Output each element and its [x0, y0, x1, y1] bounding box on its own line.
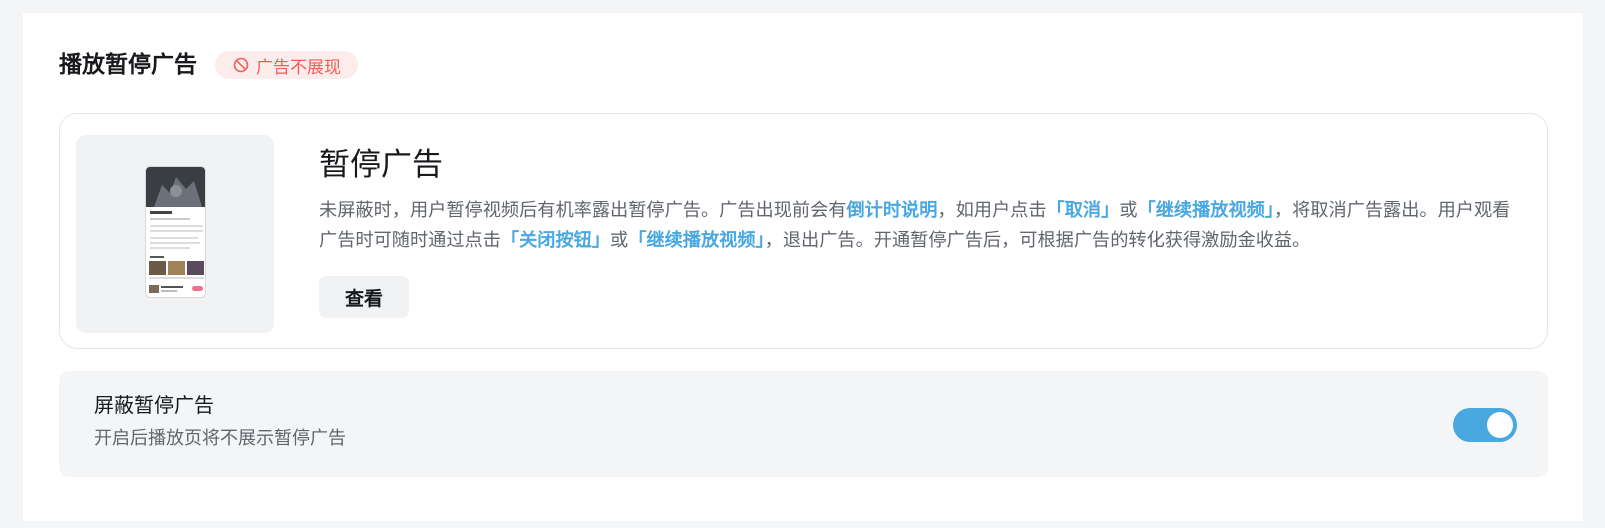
prohibited-icon [233, 57, 249, 73]
desc-text: 未屏蔽时，用户暂停视频后有机率露出暂停广告。广告出现前会有 [319, 200, 847, 221]
toggle-knob[interactable] [1487, 412, 1513, 438]
card-title: 暂停广告 [319, 147, 443, 183]
section-header: 播放暂停广告 广告不展现 [59, 49, 358, 81]
desc-highlight-continue: 「继续播放视频」 [1137, 200, 1274, 221]
block-ad-toggle[interactable] [1453, 408, 1517, 442]
view-button[interactable]: 查看 [319, 276, 409, 318]
desc-text: ，退出广告。开通暂停广告后，可根据广告的转化获得激励金收益。 [764, 230, 1311, 251]
card-description: 未屏蔽时，用户暂停视频后有机率露出暂停广告。广告出现前会有倒计时说明，如用户点击… [319, 196, 1524, 256]
desc-highlight-cancel: 「取消」 [1046, 200, 1120, 221]
phone-preview-image [145, 166, 206, 298]
ad-preview-thumbnail [76, 135, 274, 333]
pause-ad-card: 暂停广告 未屏蔽时，用户暂停视频后有机率露出暂停广告。广告出现前会有倒计时说明，… [59, 113, 1548, 349]
status-badge-label: 广告不展现 [256, 57, 341, 78]
desc-text: 或 [1119, 200, 1138, 221]
desc-highlight-close: 「关闭按钮」 [500, 230, 611, 251]
desc-highlight-countdown: 倒计时说明 [846, 200, 938, 221]
desc-text: 或 [610, 230, 629, 251]
card-content: 暂停广告 未屏蔽时，用户暂停视频后有机率露出暂停广告。广告出现前会有倒计时说明，… [319, 144, 1524, 318]
desc-text: ，如用户点击 [937, 200, 1047, 221]
section-title: 播放暂停广告 [59, 52, 197, 78]
setting-title: 屏蔽暂停广告 [94, 393, 214, 417]
setting-subtitle: 开启后播放页将不展示暂停广告 [94, 428, 346, 449]
settings-panel: 播放暂停广告 广告不展现 暂停广告 未屏蔽时，用户暂停视频后有机率露出暂停广告。… [23, 13, 1583, 521]
status-badge: 广告不展现 [215, 51, 358, 79]
block-pause-ad-setting: 屏蔽暂停广告 开启后播放页将不展示暂停广告 [59, 371, 1548, 477]
desc-highlight-continue: 「继续播放视频」 [628, 230, 765, 251]
